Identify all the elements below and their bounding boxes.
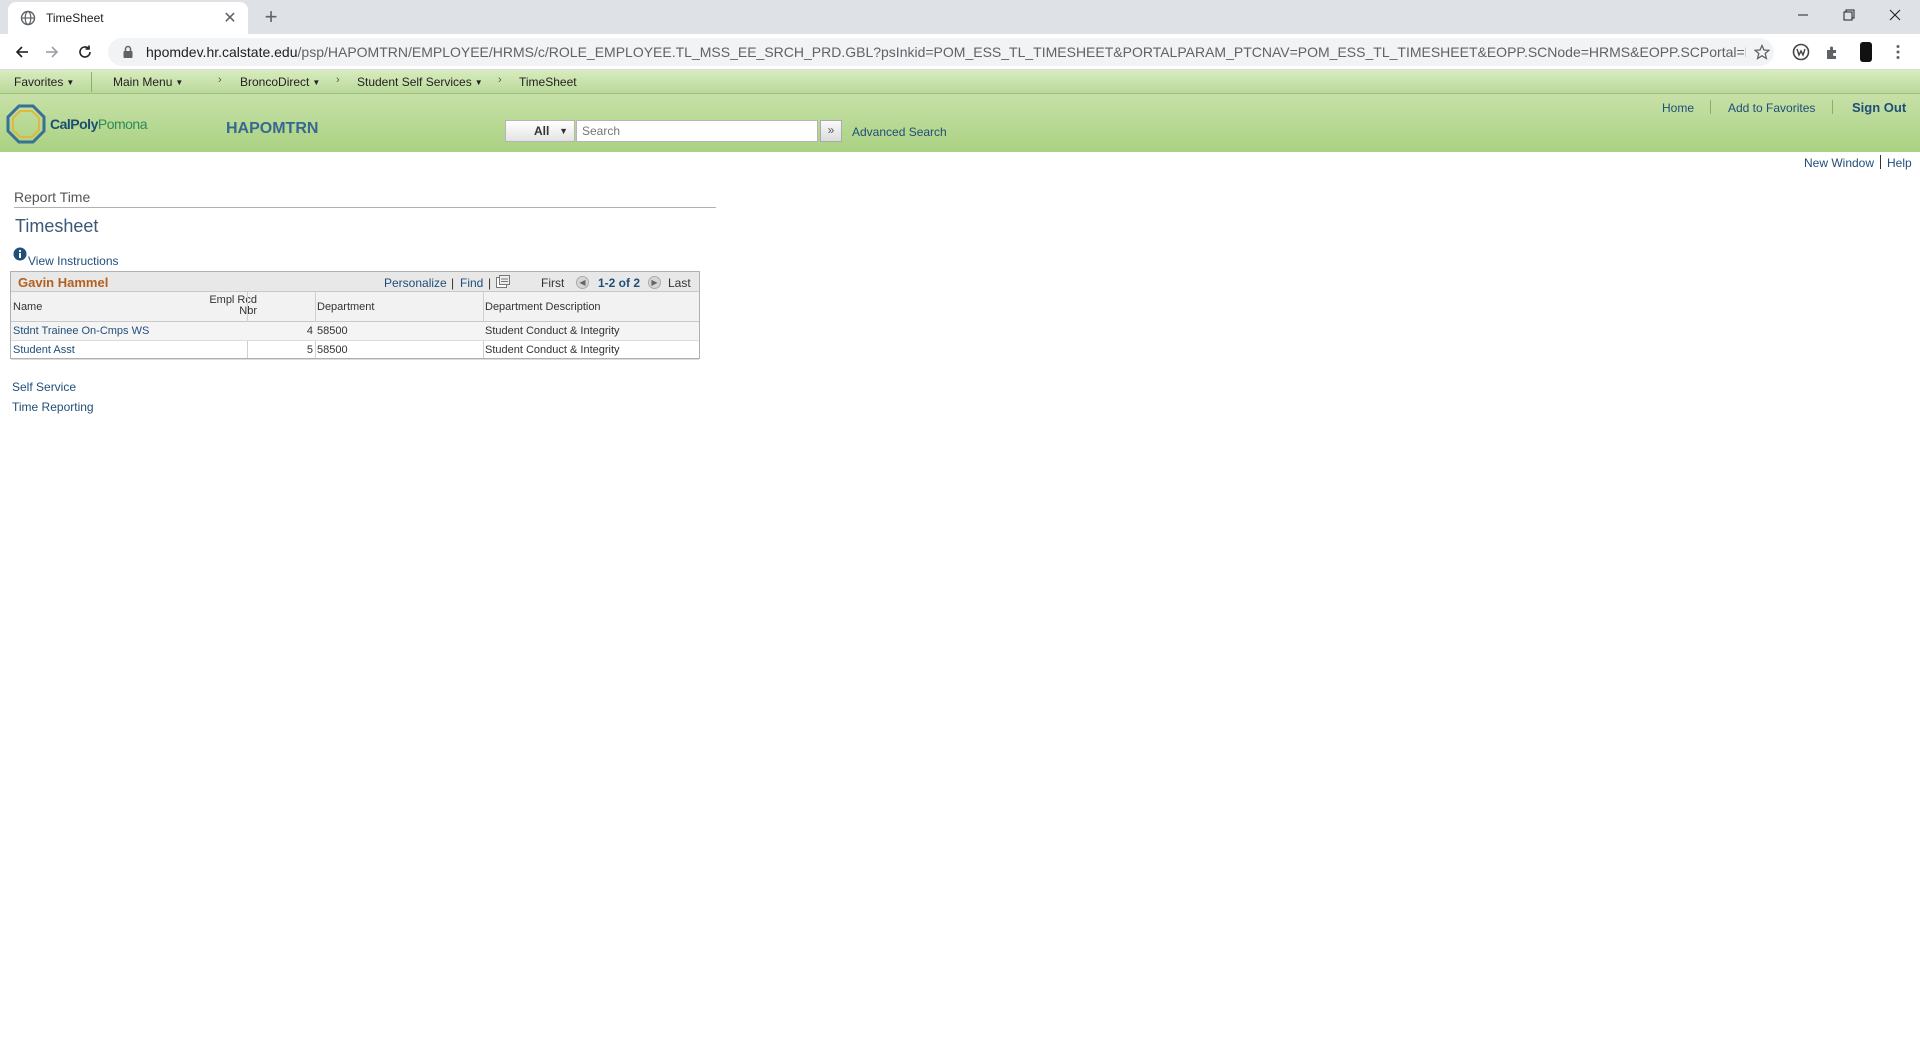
- dept-desc-cell: Student Conduct & Integrity: [485, 325, 620, 337]
- globe-icon: [20, 10, 36, 26]
- row-count: 1-2 of 2: [598, 276, 641, 290]
- url-path: /psp/HAPOMTRN/EMPLOYEE/HRMS/c/ROLE_EMPLO…: [297, 44, 1746, 60]
- close-window-button[interactable]: [1872, 0, 1918, 30]
- chevron-down-icon: ▼: [474, 78, 483, 87]
- breadcrumb-separator: ›: [218, 74, 222, 86]
- breadcrumb-label: Student Self Services: [357, 75, 472, 89]
- personalize-link[interactable]: Personalize: [384, 276, 447, 290]
- chevron-down-icon: ▼: [175, 78, 184, 87]
- breadcrumb-separator: ›: [498, 74, 502, 86]
- search-scope-select[interactable]: All ▼: [505, 120, 575, 142]
- logo-text: CalPolyPomona: [50, 116, 148, 132]
- forward-button[interactable]: [40, 40, 64, 64]
- util-divider: [1880, 155, 1881, 169]
- browser-menu-icon[interactable]: [1888, 42, 1908, 62]
- page-title: Timesheet: [15, 216, 99, 236]
- last-page-label: Last: [668, 276, 691, 290]
- portal-nav-bar: Favorites ▼ Main Menu ▼ › BroncoDirect ▼ › …: [0, 70, 1920, 94]
- url-text: hpomdev.hr.calstate.edu/psp/HAPOMTRN/EMP…: [146, 44, 1746, 60]
- jobs-grid: Gavin Hammel Personalize | Find | First …: [10, 271, 700, 360]
- browser-toolbar: hpomdev.hr.calstate.edu/psp/HAPOMTRN/EMP…: [0, 34, 1920, 70]
- department-cell: 58500: [317, 325, 348, 337]
- grid-divider: |: [488, 276, 492, 290]
- info-icon[interactable]: [13, 247, 27, 261]
- breadcrumb-timesheet[interactable]: TimeSheet: [519, 75, 577, 89]
- home-link[interactable]: Home: [1662, 101, 1694, 115]
- table-row: Stdnt Trainee On-Cmps WS 4 58500 Student…: [11, 322, 699, 341]
- lock-icon: [122, 45, 136, 59]
- first-page-label: First: [541, 276, 565, 290]
- profile-avatar-icon[interactable]: [1856, 42, 1876, 62]
- portal-banner: CalPolyPomona HAPOMTRN All ▼ » Advanced …: [0, 94, 1920, 152]
- chevron-down-icon: ▼: [559, 126, 568, 136]
- grid-owner-name: Gavin Hammel: [18, 275, 109, 290]
- search-go-button[interactable]: »: [820, 120, 842, 142]
- grid-divider: |: [451, 276, 455, 290]
- banner-divider: [1832, 100, 1833, 114]
- breadcrumb-student-self-services[interactable]: Student Self Services ▼: [357, 75, 483, 89]
- chevron-down-icon: ▼: [66, 78, 75, 87]
- chevron-down-icon: ▼: [312, 78, 321, 87]
- address-bar[interactable]: hpomdev.hr.calstate.edu/psp/HAPOMTRN/EMP…: [108, 38, 1774, 66]
- grid-header: Gavin Hammel Personalize | Find | First …: [11, 272, 699, 292]
- database-name: HAPOMTRN: [226, 120, 319, 137]
- browser-tabstrip: TimeSheet ✕ +: [0, 0, 1920, 34]
- add-to-favorites-link[interactable]: Add to Favorites: [1728, 101, 1815, 115]
- column-header-department: Department: [317, 301, 375, 313]
- nav-divider: [91, 72, 92, 92]
- view-all-grid-icon[interactable]: [496, 275, 510, 288]
- advanced-search-link[interactable]: Advanced Search: [852, 125, 947, 139]
- sign-out-link[interactable]: Sign Out: [1852, 100, 1906, 115]
- browser-tab[interactable]: TimeSheet ✕: [8, 2, 248, 34]
- minimize-button[interactable]: [1780, 0, 1826, 30]
- search-scope-value: All: [534, 124, 550, 138]
- banner-divider: [1710, 100, 1711, 114]
- breadcrumb-label: BroncoDirect: [240, 75, 310, 89]
- search-input[interactable]: [576, 120, 818, 142]
- main-menu-label: Main Menu: [113, 75, 173, 89]
- self-service-link[interactable]: Self Service: [12, 380, 76, 394]
- url-host: hpomdev.hr.calstate.edu: [146, 44, 298, 60]
- back-button[interactable]: [10, 40, 34, 64]
- logo-text-calpoly: CalPoly: [50, 116, 98, 132]
- favorites-menu[interactable]: Favorites ▼: [14, 75, 74, 89]
- column-header-empl-rcd-line2: Nbr: [239, 305, 257, 317]
- main-menu[interactable]: Main Menu ▼: [113, 75, 183, 89]
- empl-rcd-cell: 5: [306, 344, 313, 356]
- new-window-link[interactable]: New Window: [1804, 156, 1874, 170]
- logo-text-pomona: Pomona: [97, 116, 148, 132]
- breadcrumb-separator: ›: [336, 74, 340, 86]
- page-section-title: Report Time: [14, 189, 91, 205]
- find-link[interactable]: Find: [460, 276, 483, 290]
- extension-circle-icon[interactable]: [1791, 42, 1811, 62]
- octagon-logo-icon: [6, 104, 46, 144]
- time-reporting-link[interactable]: Time Reporting: [12, 400, 94, 414]
- reload-button[interactable]: [73, 40, 97, 64]
- dept-desc-cell: Student Conduct & Integrity: [485, 344, 620, 356]
- table-row: Student Asst 5 58500 Student Conduct & I…: [11, 341, 699, 360]
- favorites-label: Favorites: [14, 75, 64, 89]
- calpoly-pomona-logo[interactable]: CalPolyPomona: [6, 102, 154, 146]
- empl-rcd-cell: 4: [306, 325, 313, 337]
- restore-button[interactable]: [1826, 0, 1872, 30]
- column-header-row: Name Empl Rcd Nbr Department Department …: [11, 292, 699, 322]
- job-name-link[interactable]: Student Asst: [13, 344, 75, 356]
- help-link[interactable]: Help: [1887, 156, 1912, 170]
- bookmark-star-icon[interactable]: [1752, 42, 1772, 62]
- tab-close-icon[interactable]: ✕: [222, 8, 238, 28]
- extensions-puzzle-icon[interactable]: [1823, 42, 1843, 62]
- column-header-name: Name: [13, 301, 43, 313]
- new-tab-button[interactable]: +: [258, 4, 284, 30]
- job-name-link[interactable]: Stdnt Trainee On-Cmps WS: [13, 325, 149, 337]
- column-header-dept-desc: Department Description: [485, 301, 601, 313]
- previous-arrow-icon[interactable]: ◀: [576, 276, 589, 289]
- tab-title: TimeSheet: [46, 11, 104, 25]
- next-arrow-icon[interactable]: ▶: [648, 276, 661, 289]
- breadcrumb-broncodirect[interactable]: BroncoDirect ▼: [240, 75, 320, 89]
- view-instructions-link[interactable]: View Instructions: [28, 254, 119, 268]
- section-divider: [14, 207, 716, 208]
- department-cell: 58500: [317, 344, 348, 356]
